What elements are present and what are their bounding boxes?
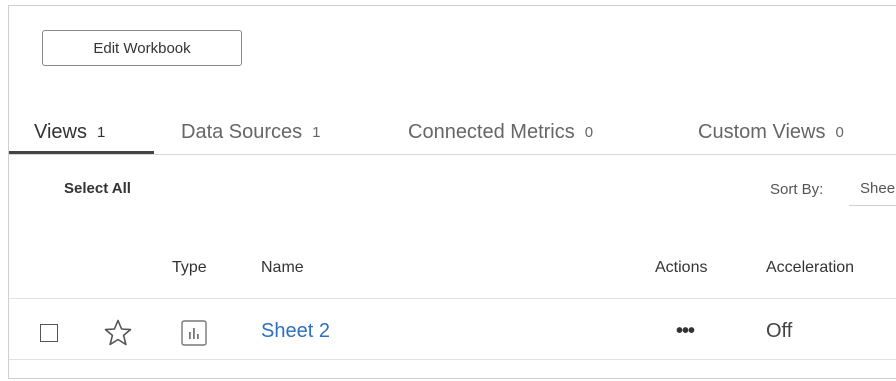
tab-count: 1 <box>97 124 106 141</box>
sort-by-select[interactable]: Shee <box>849 172 896 206</box>
more-actions-button[interactable]: ••• <box>676 320 695 343</box>
select-all-button[interactable]: Select All <box>64 180 131 197</box>
row-divider <box>9 298 896 299</box>
tab-data-sources[interactable]: Data Sources 1 <box>181 112 321 153</box>
tab-label: Data Sources <box>181 121 303 143</box>
tab-count: 0 <box>584 124 594 141</box>
tab-bar: Views 1 Data Sources 1 Connected Metrics… <box>9 112 896 155</box>
view-name-link[interactable]: Sheet 2 <box>261 320 330 343</box>
tab-views[interactable]: Views 1 <box>34 112 105 153</box>
sheet-chart-icon <box>181 320 207 346</box>
column-header-type[interactable]: Type <box>172 259 207 277</box>
active-tab-indicator <box>9 151 154 154</box>
row-divider <box>9 359 896 360</box>
column-header-name[interactable]: Name <box>261 259 304 277</box>
sort-by-label: Sort By: <box>770 181 824 198</box>
column-header-acceleration[interactable]: Acceleration <box>766 259 854 277</box>
tab-label: Custom Views <box>698 121 826 143</box>
tab-connected-metrics[interactable]: Connected Metrics 0 <box>408 112 593 153</box>
tab-count: 0 <box>835 124 844 141</box>
tab-label: Connected Metrics <box>408 121 575 143</box>
tab-custom-views[interactable]: Custom Views 0 <box>698 112 844 153</box>
edit-workbook-button[interactable]: Edit Workbook <box>42 30 242 66</box>
tab-count: 1 <box>312 124 321 141</box>
column-header-actions: Actions <box>655 259 708 276</box>
acceleration-status: Off <box>766 320 793 342</box>
tab-label: Views <box>34 121 87 143</box>
row-checkbox[interactable] <box>40 324 58 342</box>
star-outline-icon[interactable] <box>103 318 133 348</box>
